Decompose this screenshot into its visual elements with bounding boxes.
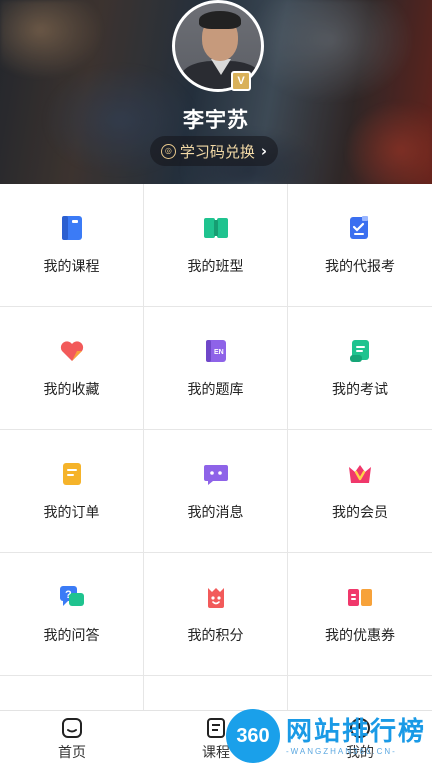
vip-badge: V [231, 71, 251, 91]
menu-item-label: 我的订单 [43, 505, 100, 521]
tab-home[interactable]: 首页 [0, 711, 144, 768]
menu-item-label: 我的题库 [187, 382, 244, 398]
watermark-badge: 360 [226, 709, 280, 763]
watermark-title: 网站排行榜 [286, 716, 427, 747]
menu-item-label: 我的收藏 [43, 382, 100, 398]
coin-icon: ◎ [160, 143, 176, 159]
menu-item-my-points[interactable]: 我的积分 [144, 553, 288, 676]
menu-item-my-courses[interactable]: 我的课程 [0, 184, 144, 307]
menu-item-label: 我的消息 [187, 505, 244, 521]
menu-item-my-qa[interactable]: ? 我的问答 [0, 553, 144, 676]
menu-item-label: 我的班型 [187, 259, 244, 275]
course-book-icon [58, 214, 86, 242]
menu-item-my-exams[interactable]: 我的考试 [288, 307, 432, 430]
chevron-right-icon: › [260, 142, 268, 160]
menu-item-label: 我的积分 [187, 628, 244, 644]
user-name: 李宇苏 [183, 108, 249, 132]
menu-item-my-question-bank[interactable]: EN 我的题库 [144, 307, 288, 430]
membership-crown-icon [346, 460, 374, 488]
svg-text:?: ? [65, 589, 72, 601]
qa-bubble-icon: ? [58, 583, 86, 611]
watermark-subtitle: -WANGZHAN360.CN- [286, 746, 397, 756]
menu-item-my-orders[interactable]: 我的订单 [0, 430, 144, 553]
question-bank-icon: EN [202, 337, 230, 365]
menu-item-label: 我的优惠券 [325, 628, 395, 644]
redeem-code-button[interactable]: ◎ 学习码兑换 › [150, 136, 278, 166]
coupon-icon [346, 583, 374, 611]
proxy-registration-icon [346, 214, 374, 242]
menu-item-my-membership[interactable]: 我的会员 [288, 430, 432, 553]
exam-scroll-icon [346, 337, 374, 365]
menu-item-label: 我的课程 [43, 259, 100, 275]
menu-item-label: 我的考试 [332, 382, 388, 398]
menu-item-my-coupons[interactable]: 我的优惠券 [288, 553, 432, 676]
message-icon [202, 460, 230, 488]
menu-item-my-messages[interactable]: 我的消息 [144, 430, 288, 553]
menu-empty-cell [0, 676, 144, 712]
avatar-hair [199, 11, 241, 29]
favorite-heart-icon [58, 337, 86, 365]
profile-header: V 李宇苏 ◎ 学习码兑换 › [0, 0, 432, 184]
menu-item-label: 我的代报考 [325, 259, 395, 275]
order-icon [58, 460, 86, 488]
menu-item-label: 我的会员 [332, 505, 388, 521]
site-watermark: 360 网站排行榜 -WANGZHAN360.CN- [226, 704, 432, 768]
watermark-text: 网站排行榜 -WANGZHAN360.CN- [286, 717, 426, 756]
svg-text:EN: EN [214, 349, 224, 356]
course-list-icon [207, 718, 225, 738]
class-book-icon [202, 214, 230, 242]
redeem-code-label: 学习码兑换 [179, 142, 255, 161]
home-icon [62, 718, 82, 738]
menu-item-my-class[interactable]: 我的班型 [144, 184, 288, 307]
menu-grid: 我的课程 我的班型 我的代报考 我的收藏 EN 我的题库 我的考试 我的订单 我… [0, 184, 432, 712]
tab-home-label: 首页 [58, 745, 86, 761]
menu-item-my-favorites[interactable]: 我的收藏 [0, 307, 144, 430]
points-bag-icon [202, 583, 230, 611]
menu-item-my-proxy-registration[interactable]: 我的代报考 [288, 184, 432, 307]
menu-item-label: 我的问答 [43, 628, 100, 644]
